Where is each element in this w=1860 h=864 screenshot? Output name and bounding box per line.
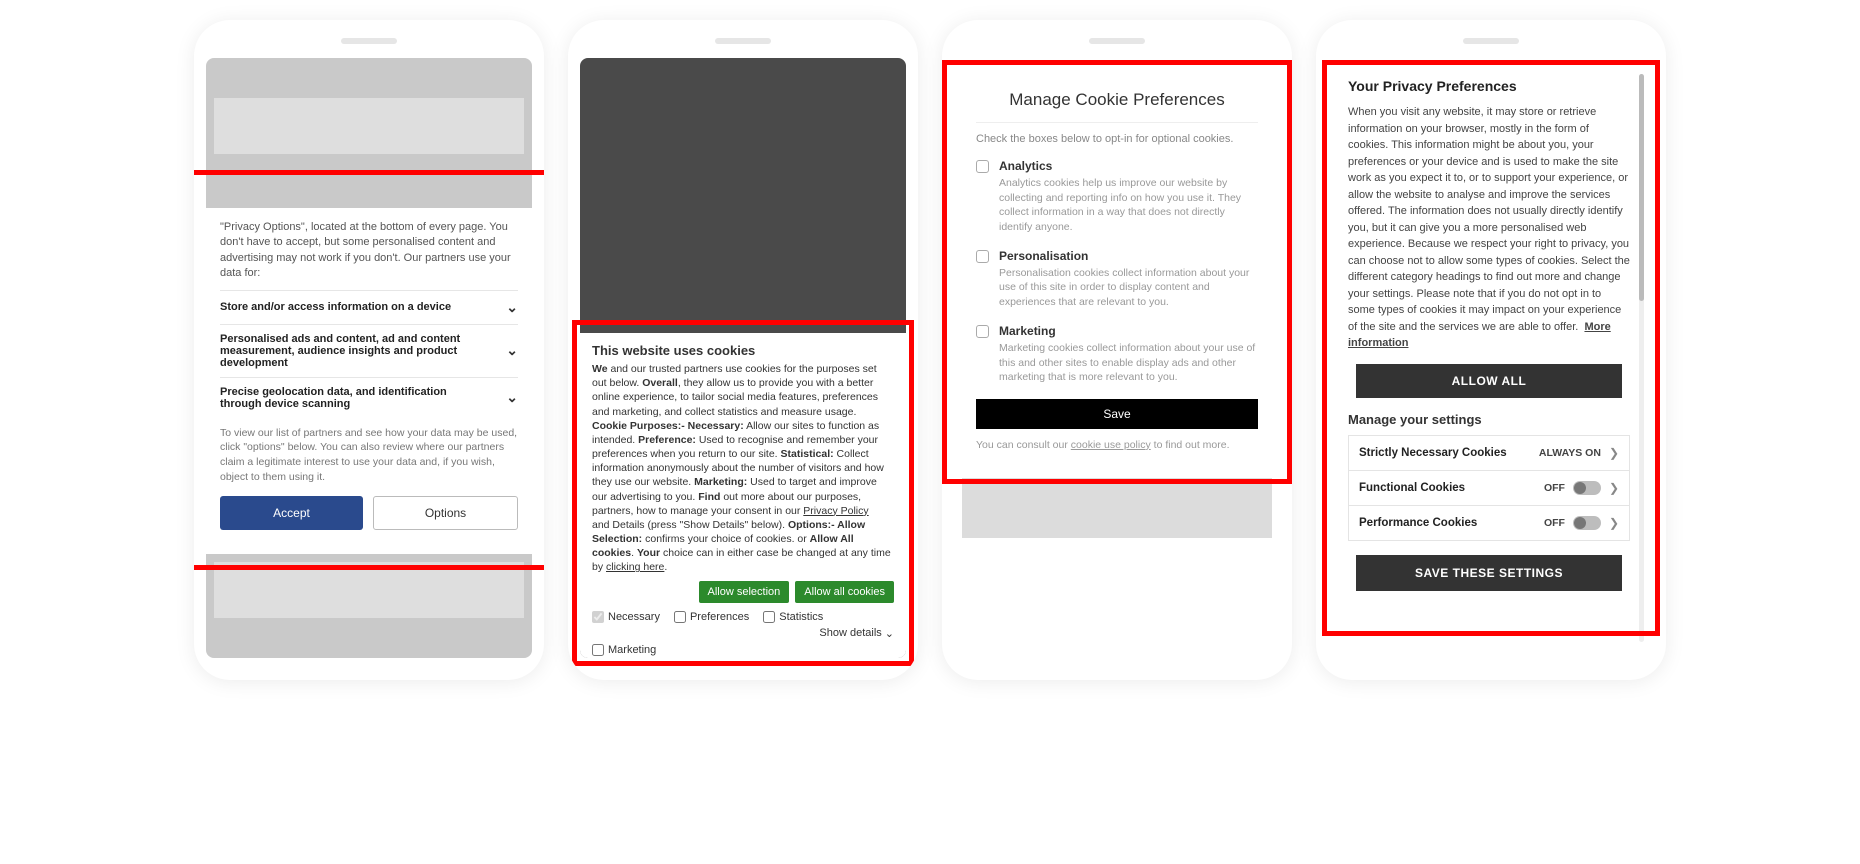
marketing-checkbox[interactable] (976, 325, 989, 338)
expandable-row[interactable]: Precise geolocation data, and identifica… (220, 377, 518, 418)
chevron-down-icon: ⌄ (506, 299, 518, 316)
chevron-right-icon: ❯ (1609, 516, 1619, 530)
row-label: Store and/or access information on a dev… (220, 301, 451, 313)
screen: Manage Cookie Preferences Check the boxe… (954, 58, 1280, 658)
phone-mock-2: This website uses cookies We and our tru… (568, 20, 918, 680)
screen: Your Privacy Preferences When you visit … (1328, 58, 1654, 658)
manage-heading: Manage your settings (1348, 412, 1630, 427)
phone-mock-4: Your Privacy Preferences When you visit … (1316, 20, 1666, 680)
option-label: Analytics (999, 159, 1258, 173)
option-row: Analytics Analytics cookies help us impr… (976, 159, 1258, 235)
allow-all-button[interactable]: ALLOW ALL (1356, 364, 1622, 398)
allow-all-button[interactable]: Allow all cookies (795, 581, 894, 603)
cookie-category-row[interactable]: Functional Cookies OFF ❯ (1348, 470, 1630, 505)
dialog-intro: Check the boxes below to opt-in for opti… (976, 133, 1258, 145)
necessary-checkbox[interactable]: Necessary (592, 611, 660, 623)
row-state: OFF (1544, 482, 1565, 494)
personalisation-checkbox[interactable] (976, 250, 989, 263)
row-label: Strictly Necessary Cookies (1359, 447, 1507, 459)
chevron-down-icon: ⌄ (506, 342, 518, 359)
clicking-here-link[interactable]: clicking here (606, 561, 664, 573)
chevron-down-icon: ⌄ (506, 389, 518, 406)
save-settings-button[interactable]: SAVE THESE SETTINGS (1356, 555, 1622, 591)
privacy-preferences-dialog: Your Privacy Preferences When you visit … (1334, 64, 1648, 652)
chevron-down-icon: ⌄ (885, 627, 894, 640)
cookie-category-row[interactable]: Strictly Necessary Cookies ALWAYS ON ❯ (1348, 435, 1630, 470)
expandable-row[interactable]: Store and/or access information on a dev… (220, 290, 518, 324)
row-label: Precise geolocation data, and identifica… (220, 386, 480, 410)
scrollbar[interactable] (1639, 74, 1644, 642)
option-row: Marketing Marketing cookies collect info… (976, 324, 1258, 385)
row-label: Performance Cookies (1359, 517, 1477, 529)
row-state: OFF (1544, 517, 1565, 529)
toggle-switch[interactable] (1573, 516, 1601, 530)
dialog-title: Manage Cookie Preferences (976, 84, 1258, 123)
privacy-policy-link[interactable]: Privacy Policy (803, 505, 868, 517)
phone-mock-1: "Privacy Options", located at the bottom… (194, 20, 544, 680)
bg-bar (214, 562, 524, 618)
screen: "Privacy Options", located at the bottom… (206, 58, 532, 658)
phone-speaker (1089, 38, 1145, 44)
consent-dialog: "Privacy Options", located at the bottom… (206, 208, 532, 554)
chevron-right-icon: ❯ (1609, 481, 1619, 495)
cookie-category-row[interactable]: Performance Cookies OFF ❯ (1348, 505, 1630, 541)
cookie-banner: This website uses cookies We and our tru… (580, 333, 906, 658)
save-button[interactable]: Save (976, 399, 1258, 429)
accept-button[interactable]: Accept (220, 496, 363, 530)
option-label: Personalisation (999, 249, 1258, 263)
chevron-right-icon: ❯ (1609, 446, 1619, 460)
allow-selection-button[interactable]: Allow selection (699, 581, 790, 603)
cookie-policy-link[interactable]: cookie use policy (1071, 439, 1151, 451)
preferences-dialog: Manage Cookie Preferences Check the boxe… (954, 72, 1280, 465)
row-label: Functional Cookies (1359, 482, 1465, 494)
phone-speaker (341, 38, 397, 44)
bg-bar (214, 98, 524, 154)
dialog-title: Your Privacy Preferences (1348, 78, 1630, 94)
footer-text: To view our list of partners and see how… (220, 418, 518, 497)
intro-text: "Privacy Options", located at the bottom… (220, 220, 518, 282)
toggle-switch[interactable] (1573, 481, 1601, 495)
row-label: Personalised ads and content, ad and con… (220, 333, 480, 369)
preferences-checkbox[interactable]: Preferences (674, 611, 749, 623)
screen: This website uses cookies We and our tru… (580, 58, 906, 658)
analytics-checkbox[interactable] (976, 160, 989, 173)
dialog-footer: You can consult our cookie use policy to… (976, 439, 1258, 451)
option-desc: Analytics cookies help us improve our we… (999, 176, 1258, 235)
banner-title: This website uses cookies (592, 343, 894, 358)
marketing-checkbox[interactable]: Marketing (592, 644, 894, 656)
statistics-checkbox[interactable]: Statistics (763, 611, 823, 623)
bg-bar (962, 478, 1272, 538)
expandable-row[interactable]: Personalised ads and content, ad and con… (220, 324, 518, 377)
option-label: Marketing (999, 324, 1258, 338)
option-desc: Marketing cookies collect information ab… (999, 341, 1258, 385)
option-row: Personalisation Personalisation cookies … (976, 249, 1258, 310)
row-state: ALWAYS ON (1539, 447, 1601, 459)
options-button[interactable]: Options (373, 496, 518, 530)
phone-mock-3: Manage Cookie Preferences Check the boxe… (942, 20, 1292, 680)
phone-speaker (715, 38, 771, 44)
phone-speaker (1463, 38, 1519, 44)
banner-body: We and our trusted partners use cookies … (592, 362, 894, 575)
option-desc: Personalisation cookies collect informat… (999, 266, 1258, 310)
dialog-body: When you visit any website, it may store… (1348, 104, 1630, 352)
show-details-toggle[interactable]: Show details⌄ (819, 627, 894, 640)
